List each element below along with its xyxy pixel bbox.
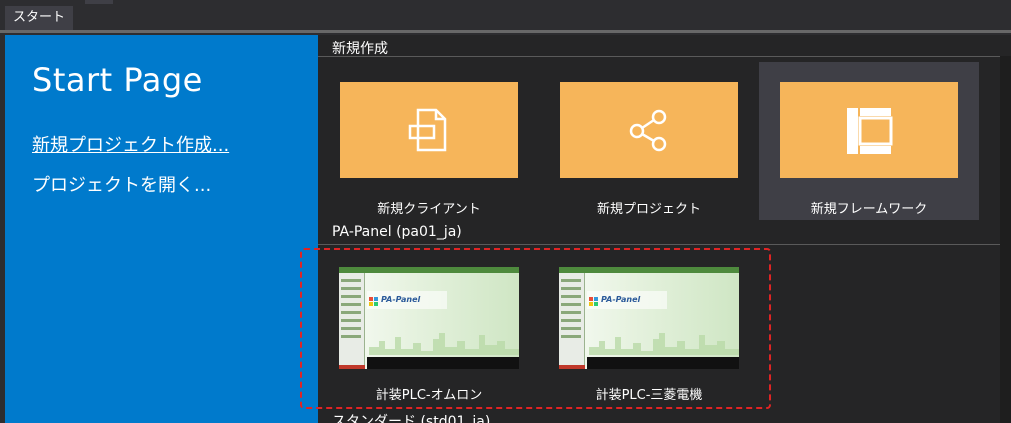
new-project-label: 新規プロジェクト — [596, 202, 701, 217]
section-divider — [318, 56, 1000, 57]
new-client-tile[interactable]: 新規クライアント — [319, 62, 539, 220]
new-framework-label: 新規フレームワーク — [810, 202, 928, 217]
new-project-tile-image — [560, 82, 738, 178]
section-title-new: 新規作成 — [332, 41, 388, 57]
new-project-tile[interactable]: 新規プロジェクト — [539, 62, 759, 220]
open-project-link[interactable]: プロジェクトを開く... — [32, 171, 211, 197]
new-framework-tile-image — [780, 82, 958, 178]
document-tab-strip: スタート — [0, 0, 1011, 30]
new-client-tile-image — [340, 82, 518, 178]
new-framework-tile[interactable]: 新規フレームワーク — [759, 62, 979, 220]
start-panel: Start Page 新規プロジェクト作成... プロジェクトを開く... — [5, 35, 318, 423]
client-document-icon — [408, 108, 447, 152]
vertical-scrollbar[interactable] — [1000, 56, 1011, 423]
highlight-annotation-box — [300, 248, 771, 409]
tab-start[interactable]: スタート — [5, 6, 74, 30]
new-client-label: 新規クライアント — [377, 202, 481, 217]
start-page-window: スタート Start Page 新規プロジェクト作成... プロジェクトを開く.… — [0, 0, 1011, 423]
section-divider — [318, 244, 1000, 245]
tab-underline — [0, 30, 1011, 33]
new-project-link[interactable]: 新規プロジェクト作成... — [32, 131, 229, 157]
section-title-pa-panel: PA-Panel (pa01_ja) — [332, 224, 462, 240]
share-icon — [629, 109, 667, 152]
section-title-standard: スタンダード (std01_ja) — [332, 414, 491, 423]
tab-strip-indicator — [85, 0, 113, 4]
framework-layout-icon — [847, 108, 893, 154]
page-title: Start Page — [32, 61, 203, 99]
